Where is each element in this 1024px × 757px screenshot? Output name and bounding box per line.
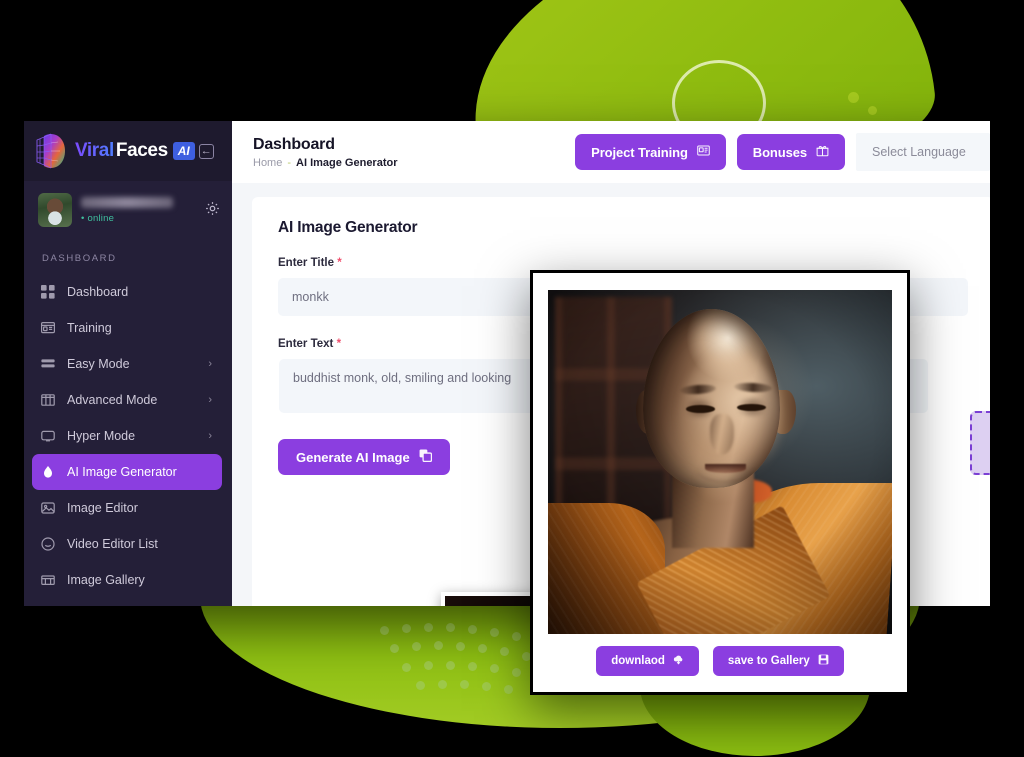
sidebar-item-image-editor[interactable]: Image Editor [32,490,222,526]
logo-badge-ai: AI [172,142,195,160]
grid-icon [40,284,56,300]
save-floppy-icon [818,654,829,668]
generated-image[interactable] [548,290,892,634]
breadcrumb-home[interactable]: Home [253,157,282,169]
face-wireframe-icon [36,133,65,169]
title-label-text: Enter Title [278,257,335,269]
save-to-gallery-button[interactable]: save to Gallery [712,646,844,676]
screenshot-stage: Viral Faces AI ← online [0,0,1024,757]
generate-ai-image-button[interactable]: Generate AI Image [278,439,450,475]
generate-label: Generate AI Image [296,449,410,465]
logo-text-viral: Viral [75,140,114,161]
avatar [38,193,72,227]
green-blob-bottom-secondary [640,686,870,756]
title-field-label: Enter Title * [278,257,968,269]
photo-icon [40,500,56,516]
sidebar-item-label: Image Gallery [67,573,145,587]
sidebar-item-label: Dashboard [67,285,129,299]
gift-icon [816,144,829,160]
gear-icon[interactable] [205,201,220,220]
sidebar-item-label: AI Image Generator [67,465,177,479]
sidebar-item-easy-mode[interactable]: Easy Mode › [32,346,222,382]
project-training-button[interactable]: Project Training [575,134,726,170]
columns-icon [40,392,56,408]
droplet-icon [40,464,56,480]
modal-actions: downlaod save to Gallery [533,630,907,692]
sidebar-item-label: Image Editor [67,501,138,515]
generated-image-modal: downlaod save to Gallery [530,270,910,695]
sidebar-item-label: Advanced Mode [67,393,158,407]
bonuses-button[interactable]: Bonuses [736,134,845,170]
user-meta: online [81,196,196,224]
breadcrumb: Home - AI Image Generator [253,157,398,169]
required-marker: * [337,257,342,269]
download-button[interactable]: downlaod [596,646,699,676]
training-card-icon [697,144,710,160]
sidebar-item-image-gallery[interactable]: Image Gallery [32,562,222,598]
copy-icon [419,449,432,465]
collapse-arrow-icon[interactable]: ← [198,143,214,159]
language-selector[interactable]: Select Language [856,133,990,171]
sidebar-item-dashboard[interactable]: Dashboard [32,274,222,310]
sidebar-item-hyper-mode[interactable]: Hyper Mode › [32,418,222,454]
user-name-redacted [81,196,173,208]
topbar: Dashboard Home - AI Image Generator Proj… [232,121,990,183]
sidebar-item-label: Hyper Mode [67,429,136,443]
bonuses-label: Bonuses [752,144,807,160]
text-label-text: Enter Text [278,338,334,350]
breadcrumb-current: AI Image Generator [296,156,398,169]
card-title: AI Image Generator [278,219,418,236]
topbar-actions: Project Training Bonuses Select Language [575,121,990,183]
brand-logo[interactable]: Viral Faces AI ← [24,121,232,181]
chevron-right-icon: › [208,358,212,370]
sidebar-item-label: Easy Mode [67,357,130,371]
language-label: Select Language [872,145,966,159]
download-label: downlaod [611,655,665,667]
sidebar-section-heading: DASHBOARD [42,253,117,264]
gallery-icon [40,572,56,588]
sidebar-item-label: Training [67,321,112,335]
monitor-icon [40,428,56,444]
board-icon [40,320,56,336]
sidebar-item-advanced-mode[interactable]: Advanced Mode › [32,382,222,418]
sidebar-nav: Dashboard Training Easy Mode › Advanced … [24,274,232,598]
breadcrumb-separator: - [287,156,292,169]
download-cloud-icon [673,654,684,668]
rows-icon [40,356,56,372]
sidebar-item-label: Video Editor List [67,537,158,551]
sidebar-item-video-editor-list[interactable]: Video Editor List [32,526,222,562]
user-status: online [81,213,196,224]
smiley-icon [40,536,56,552]
page-title: Dashboard [253,135,335,153]
dashed-placeholder-box[interactable] [970,411,990,475]
sidebar-item-ai-image-generator[interactable]: AI Image Generator [32,454,222,490]
save-label: save to Gallery [727,655,810,667]
sidebar: Viral Faces AI ← online [24,121,232,606]
chevron-right-icon: › [208,394,212,406]
user-profile-block[interactable]: online [24,181,232,241]
sidebar-item-training[interactable]: Training [32,310,222,346]
project-training-label: Project Training [591,144,688,160]
page-heading-block: Dashboard Home - AI Image Generator [253,136,398,169]
required-marker: * [336,338,342,350]
logo-text-faces: Faces [115,140,168,161]
chevron-right-icon: › [208,430,212,442]
